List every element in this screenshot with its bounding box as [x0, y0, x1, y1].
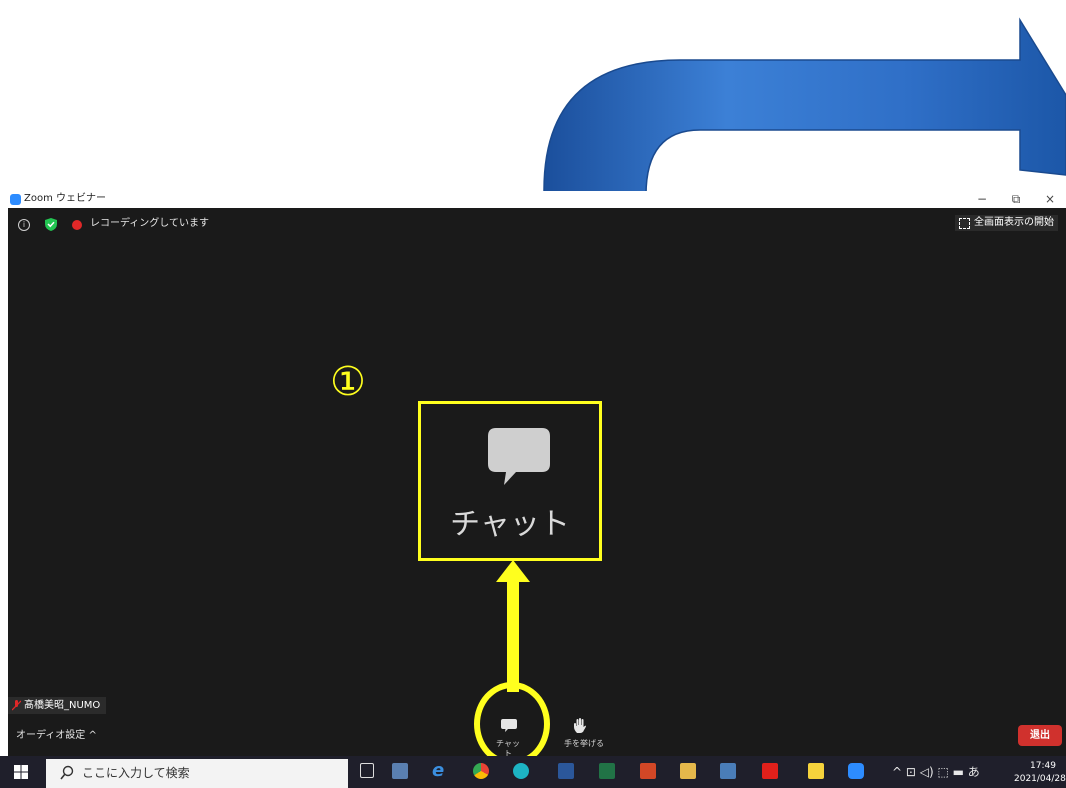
search-icon — [60, 765, 74, 780]
restore-button[interactable]: ⧉ — [1006, 191, 1026, 207]
zoomed-chat-label: チャット — [450, 507, 570, 542]
window-titlebar — [0, 191, 1066, 208]
fullscreen-button[interactable]: 全画面表示の開始 — [955, 215, 1058, 231]
step-number: ① — [330, 359, 366, 405]
clock-date[interactable]: 2021/04/28 — [1014, 773, 1066, 785]
participant-name-tag: 髙橋美昭_NUMO — [8, 697, 107, 714]
fullscreen-label: 全画面表示の開始 — [974, 217, 1054, 228]
edge-icon[interactable]: e — [432, 762, 448, 780]
participant-name: 髙橋美昭_NUMO — [24, 700, 101, 711]
info-icon[interactable]: i — [18, 219, 30, 231]
chat-icon[interactable] — [501, 719, 517, 733]
task-view-icon[interactable] — [360, 763, 374, 778]
system-tray[interactable]: ^ ⊡ ◁) ⬚ ▬ あ — [892, 764, 980, 780]
folder-icon[interactable] — [680, 763, 696, 779]
minimize-button[interactable]: − — [972, 191, 992, 207]
clock-time[interactable]: 17:49 — [1020, 760, 1066, 772]
sticky-notes-icon[interactable] — [808, 763, 824, 779]
muted-mic-icon — [12, 700, 21, 711]
word-icon[interactable] — [558, 763, 574, 779]
explorer-icon[interactable] — [392, 763, 408, 779]
excel-icon[interactable] — [599, 763, 615, 779]
recording-icon — [72, 220, 82, 230]
app-icon[interactable] — [720, 763, 736, 779]
shield-icon[interactable] — [45, 218, 57, 231]
audio-settings-button[interactable]: オーディオ設定 ^ — [16, 729, 97, 743]
window-title: Zoom ウェビナー — [24, 193, 107, 204]
exit-button[interactable]: 退出 — [1018, 725, 1062, 746]
recording-status: レコーディングしています — [90, 218, 209, 229]
fullscreen-icon — [959, 217, 970, 229]
powerpoint-icon[interactable] — [640, 763, 656, 779]
chrome-icon[interactable] — [473, 763, 489, 779]
close-button[interactable]: × — [1040, 191, 1060, 207]
search-placeholder: ここに入力して検索 — [82, 766, 190, 780]
zoom-icon[interactable] — [848, 763, 864, 779]
raise-hand-icon[interactable] — [574, 718, 586, 734]
edge-new-icon[interactable] — [513, 763, 529, 779]
raise-hand-label[interactable]: 手を挙げる — [560, 739, 608, 749]
up-arrow-graphic — [496, 560, 530, 692]
windows-start-icon[interactable] — [14, 765, 28, 779]
acrobat-icon[interactable] — [762, 763, 778, 779]
chat-bubble-icon — [488, 428, 550, 485]
zoom-app-icon — [10, 194, 21, 205]
